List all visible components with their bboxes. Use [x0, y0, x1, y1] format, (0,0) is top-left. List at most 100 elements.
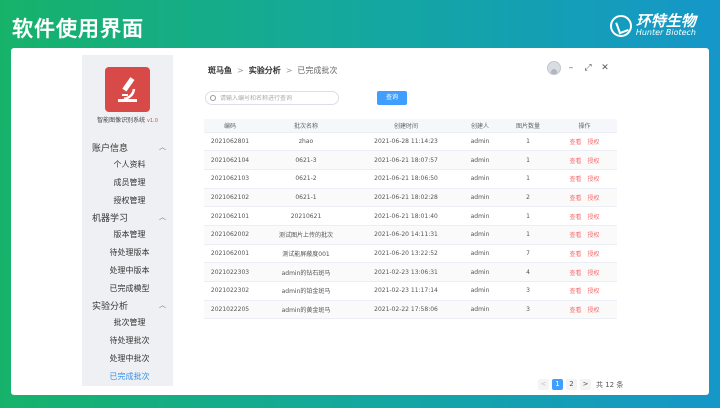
column-header: 图片数量	[504, 119, 552, 133]
actions-cell: 查看 授权	[552, 281, 617, 301]
table-cell: 2021-06-20 13:22:52	[356, 244, 456, 264]
table-cell: 2021062001	[204, 244, 256, 264]
table-cell: 4	[504, 262, 552, 282]
view-link[interactable]: 查看	[569, 176, 581, 183]
table-cell: 2021-02-23 11:17:14	[356, 281, 456, 301]
table-row: 2021062002 测试图片上传的批次 2021-06-20 14:11:31 ad…	[204, 225, 617, 245]
breadcrumb-item[interactable]: 实验分析	[249, 66, 281, 75]
sidebar-item[interactable]: 版本管理	[82, 229, 173, 240]
view-link[interactable]: 查看	[569, 288, 581, 295]
sidebar-item[interactable]: 处理中版本	[82, 265, 173, 276]
sidebar-item[interactable]: 待处理版本	[82, 247, 173, 258]
table-cell: 2021062102	[204, 188, 256, 208]
authorize-link[interactable]: 授权	[588, 288, 600, 295]
app-name: 智能图像识别系统 v1.0	[97, 117, 158, 124]
brand-icon	[609, 15, 632, 37]
slide: 软件使用界面 环特生物 Hunter Biotech 智能图像识别系统 v1.0…	[0, 0, 720, 408]
authorize-link[interactable]: 授权	[588, 307, 600, 314]
table-cell: 1	[504, 132, 552, 152]
sidebar-group[interactable]: 实验分析 ︿	[92, 299, 166, 312]
sidebar-item[interactable]: 已完成批次	[82, 371, 173, 382]
brand-name-cn: 环特生物	[635, 12, 696, 30]
breadcrumb: 斑马鱼 > 实验分析 > 已完成批次	[208, 66, 338, 75]
table-row: 2021062101 20210621 2021-06-21 18:01:40 adm…	[204, 206, 617, 226]
view-link[interactable]: 查看	[569, 139, 581, 146]
authorize-link[interactable]: 授权	[588, 176, 600, 183]
search-input[interactable]	[220, 94, 330, 102]
table-cell: 2021022303	[204, 262, 256, 282]
table-row: 2021062103 0621-2 2021-06-21 18:06:50 admin…	[204, 169, 617, 189]
table-cell: zhao	[256, 132, 356, 152]
sidebar-item[interactable]: 成员管理	[82, 177, 173, 188]
table-cell: 2021-06-28 11:14:23	[356, 132, 456, 152]
authorize-link[interactable]: 授权	[588, 214, 600, 221]
column-header: 编码	[204, 119, 256, 133]
avatar[interactable]	[547, 61, 561, 75]
search-box[interactable]	[205, 91, 339, 105]
table-cell: admin	[456, 132, 504, 152]
table-cell: 7	[504, 244, 552, 264]
table-cell: admin	[456, 169, 504, 189]
chevron-up-icon: ︿	[159, 301, 166, 309]
page-button[interactable]: 2	[566, 379, 577, 390]
actions-cell: 查看 授权	[552, 188, 617, 208]
minimize-icon[interactable]: –	[564, 63, 578, 73]
view-link[interactable]: 查看	[569, 195, 581, 202]
sidebar-item[interactable]: 批次管理	[82, 317, 173, 328]
view-link[interactable]: 查看	[569, 232, 581, 239]
close-icon[interactable]: ✕	[598, 63, 612, 73]
chevron-up-icon: ︿	[159, 213, 166, 221]
sidebar-item[interactable]: 已完成模型	[82, 283, 173, 294]
sidebar-item[interactable]: 待处理批次	[82, 335, 173, 346]
page-button[interactable]: 1	[552, 379, 563, 390]
maximize-icon[interactable]: ⤢	[581, 63, 595, 73]
view-link[interactable]: 查看	[569, 158, 581, 165]
window-controls: – ⤢ ✕	[547, 61, 612, 75]
query-button[interactable]: 查询	[377, 91, 407, 105]
authorize-link[interactable]: 授权	[588, 270, 600, 277]
sidebar-item[interactable]: 授权管理	[82, 195, 173, 206]
breadcrumb-item[interactable]: 斑马鱼	[208, 66, 232, 75]
authorize-link[interactable]: 授权	[588, 195, 600, 202]
breadcrumb-item: 已完成批次	[297, 66, 338, 75]
view-link[interactable]: 查看	[569, 270, 581, 277]
table-row: 2021062104 0621-3 2021-06-21 18:07:57 admin…	[204, 150, 617, 170]
table-cell: 2021-06-21 18:06:50	[356, 169, 456, 189]
prev-page-button[interactable]: <	[538, 379, 549, 390]
table-cell: admin	[456, 300, 504, 320]
actions-cell: 查看 授权	[552, 206, 617, 226]
column-header: 操作	[552, 119, 617, 133]
table-cell: admin的铂金斑马	[256, 281, 356, 301]
sidebar-group[interactable]: 机器学习 ︿	[92, 211, 166, 224]
table-cell: 0621-2	[256, 169, 356, 189]
table-row: 2021022205 admin的黄金斑马 2021-02-22 17:58:06 a…	[204, 300, 617, 320]
table-cell: admin	[456, 262, 504, 282]
authorize-link[interactable]: 授权	[588, 158, 600, 165]
table-cell: 0621-3	[256, 150, 356, 170]
sidebar-item[interactable]: 个人资料	[82, 159, 173, 170]
authorize-link[interactable]: 授权	[588, 251, 600, 258]
view-link[interactable]: 查看	[569, 307, 581, 314]
table-cell: 2021062101	[204, 206, 256, 226]
next-page-button[interactable]: >	[580, 379, 591, 390]
table-cell: 2021-06-21 18:01:40	[356, 206, 456, 226]
table-cell: 2021-02-23 13:06:31	[356, 262, 456, 282]
table-cell: 3	[504, 281, 552, 301]
sidebar-item[interactable]: 处理中批次	[82, 353, 173, 364]
view-link[interactable]: 查看	[569, 214, 581, 221]
authorize-link[interactable]: 授权	[588, 139, 600, 146]
column-header: 批次名称	[256, 119, 356, 133]
authorize-link[interactable]: 授权	[588, 232, 600, 239]
table-cell: 2021-06-20 14:11:31	[356, 225, 456, 245]
table-row: 2021062001 测试能屏蔽度001 2021-06-20 13:22:52 ad…	[204, 244, 617, 264]
view-link[interactable]: 查看	[569, 251, 581, 258]
table-cell: 20210621	[256, 206, 356, 226]
app-version: v1.0	[147, 118, 158, 124]
actions-cell: 查看 授权	[552, 244, 617, 264]
table-cell: 测试能屏蔽度001	[256, 244, 356, 264]
column-header: 创建时间	[356, 119, 456, 133]
table-row: 2021062801 zhao 2021-06-28 11:14:23 admin 1 查…	[204, 132, 617, 152]
sidebar-group[interactable]: 账户信息 ︿	[92, 141, 166, 154]
table-cell: 2021062801	[204, 132, 256, 152]
app-window: 智能图像识别系统 v1.0 账户信息 ︿ 个人资料成员管理授权管理机器学习 ︿ 版本管理…	[11, 48, 709, 395]
